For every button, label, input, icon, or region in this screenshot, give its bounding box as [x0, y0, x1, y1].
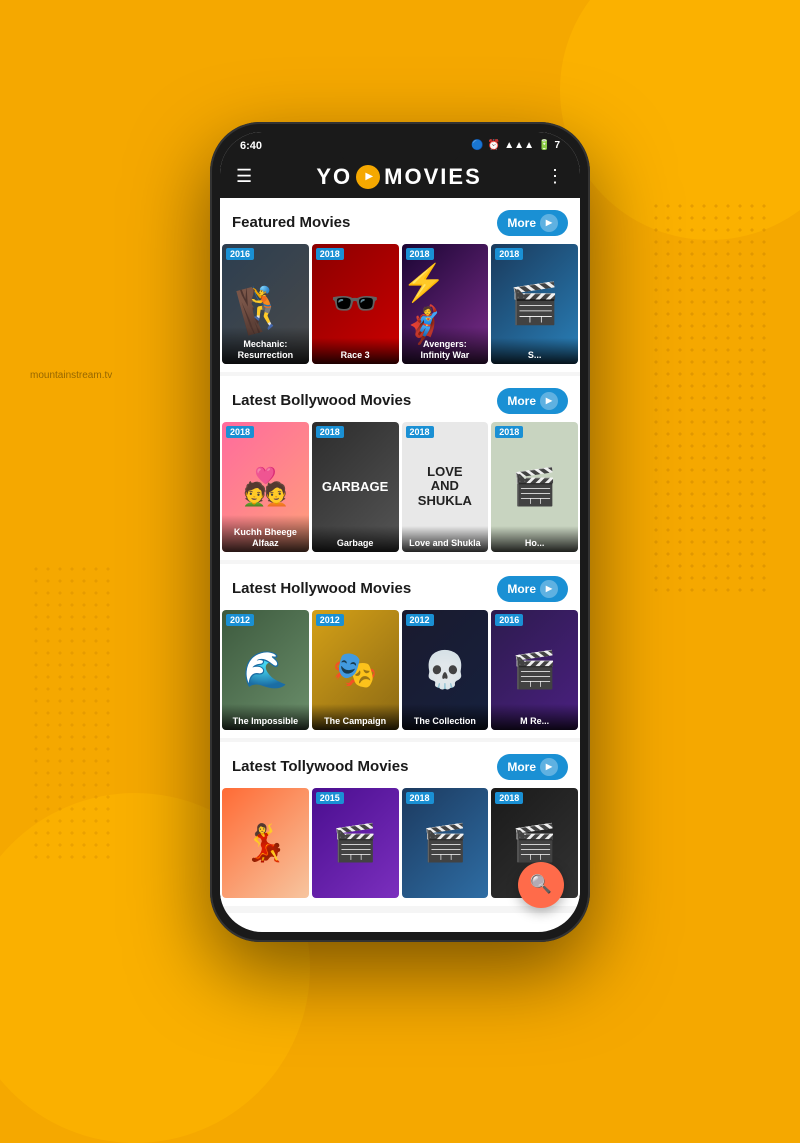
hollywood-title: Latest Hollywood Movies: [232, 580, 411, 597]
movie-title-avengers: Avengers:Infinity War: [402, 327, 489, 364]
featured-more-play-icon: ▶: [540, 214, 558, 232]
movie-thumb-race3: 2018 🕶️ Race 3: [312, 244, 399, 364]
tollywood-more-play-icon: ▶: [540, 758, 558, 776]
dots-decoration-left: [30, 563, 110, 863]
hamburger-menu-button[interactable]: ☰: [236, 166, 252, 187]
movie-card-garbage[interactable]: 2018 GARBAGE Garbage: [312, 422, 399, 552]
movie-thumb-ho: 2018 🎬 Ho...: [491, 422, 578, 552]
movie-title-campaign: The Campaign: [312, 704, 399, 730]
logo-suffix: MOVIES: [384, 164, 482, 190]
movie-title-race3: Race 3: [312, 338, 399, 364]
tollywood-more-button[interactable]: More ▶: [497, 754, 568, 780]
movie-title-mre: M Re...: [491, 704, 578, 730]
phone-frame: 6:40 🔵 ⏰ ▲▲▲ 🔋 7 ☰ YO MOVIES ⋮: [210, 122, 590, 942]
bollywood-section-header: Latest Bollywood Movies More ▶: [220, 384, 580, 422]
movie-card-collection[interactable]: 2012 💀 The Collection: [402, 610, 489, 730]
status-icons: 🔵 ⏰ ▲▲▲ 🔋 7: [471, 140, 560, 151]
alarm-icon: ⏰: [488, 140, 500, 151]
movie-card-loveshukla[interactable]: 2018 LOVEANDSHUKLA Love and Shukla: [402, 422, 489, 552]
bollywood-more-button[interactable]: More ▶: [497, 388, 568, 414]
status-time: 6:40: [240, 140, 262, 152]
featured-movies-row: 2016 🧗 Mechanic:Resurrection 2018 🕶️: [220, 244, 580, 364]
hollywood-more-play-icon: ▶: [540, 580, 558, 598]
content-area[interactable]: Featured Movies More ▶ 2016 🧗 Mechani: [220, 198, 580, 913]
movie-card-avengers[interactable]: 2018 ⚡🦸 Avengers:Infinity War: [402, 244, 489, 364]
movie-card-tollywood2[interactable]: 2015 🎬: [312, 788, 399, 898]
featured-movies-section: Featured Movies More ▶ 2016 🧗 Mechani: [220, 198, 580, 372]
movie-thumb-tollywood2: 2015 🎬: [312, 788, 399, 898]
movie-thumb-collection: 2012 💀 The Collection: [402, 610, 489, 730]
phone-notch: [340, 142, 460, 164]
movie-title-collection: The Collection: [402, 704, 489, 730]
featured-section-header: Featured Movies More ▶: [220, 206, 580, 244]
movie-card-mechanic[interactable]: 2016 🧗 Mechanic:Resurrection: [222, 244, 309, 364]
search-icon: 🔍: [530, 874, 552, 895]
movie-thumb-mre: 2016 🎬 M Re...: [491, 610, 578, 730]
bollywood-title: Latest Bollywood Movies: [232, 392, 411, 409]
movie-card-mre[interactable]: 2016 🎬 M Re...: [491, 610, 578, 730]
signal-icon: ▲▲▲: [504, 140, 534, 151]
bollywood-section: Latest Bollywood Movies More ▶ 2018 💑: [220, 376, 580, 560]
movie-title-ho: Ho...: [491, 526, 578, 552]
movie-thumb-tollywood1: 💃: [222, 788, 309, 898]
movie-thumb-kuchh: 2018 💑 Kuchh Bheege Alfaaz: [222, 422, 309, 552]
movie-title-impossible: The Impossible: [222, 704, 309, 730]
movie-thumb-loveshukla: 2018 LOVEANDSHUKLA Love and Shukla: [402, 422, 489, 552]
movie-title-4th: S...: [491, 338, 578, 364]
movie-card-tollywood1[interactable]: 💃: [222, 788, 309, 898]
movie-card-impossible[interactable]: 2012 🌊 The Impossible: [222, 610, 309, 730]
battery-icon: 🔋: [538, 140, 550, 151]
movie-title-loveshukla: Love and Shukla: [402, 526, 489, 552]
hollywood-more-label: More: [507, 582, 536, 596]
featured-more-label: More: [507, 216, 536, 230]
movie-card-4th[interactable]: 2018 🎬 S...: [491, 244, 578, 364]
movie-card-ho[interactable]: 2018 🎬 Ho...: [491, 422, 578, 552]
movie-thumb-tollywood3: 2018 🎬: [402, 788, 489, 898]
movie-card-kuchh[interactable]: 2018 💑 Kuchh Bheege Alfaaz: [222, 422, 309, 552]
watermark-text: mountainstream.tv: [30, 370, 112, 381]
bollywood-movies-row: 2018 💑 Kuchh Bheege Alfaaz 2018 GARBAGE: [220, 422, 580, 552]
movie-title-garbage: Garbage: [312, 526, 399, 552]
bluetooth-icon: 🔵: [471, 140, 483, 151]
movie-card-race3[interactable]: 2018 🕶️ Race 3: [312, 244, 399, 364]
dots-decoration-right: [650, 200, 770, 600]
hollywood-more-button[interactable]: More ▶: [497, 576, 568, 602]
featured-more-button[interactable]: More ▶: [497, 210, 568, 236]
movie-card-campaign[interactable]: 2012 🎭 The Campaign: [312, 610, 399, 730]
movie-title-kuchh: Kuchh Bheege Alfaaz: [222, 515, 309, 552]
movie-thumb-mechanic: 2016 🧗 Mechanic:Resurrection: [222, 244, 309, 364]
movie-thumb-garbage: 2018 GARBAGE Garbage: [312, 422, 399, 552]
app-logo: YO MOVIES: [316, 164, 481, 190]
header-more-button[interactable]: ⋮: [546, 166, 564, 187]
movie-thumb-campaign: 2012 🎭 The Campaign: [312, 610, 399, 730]
logo-prefix: YO: [316, 164, 352, 190]
hollywood-movies-row: 2012 🌊 The Impossible 2012 🎭: [220, 610, 580, 730]
fab-search-button[interactable]: 🔍: [518, 862, 564, 908]
movie-card-tollywood3[interactable]: 2018 🎬: [402, 788, 489, 898]
hollywood-section-header: Latest Hollywood Movies More ▶: [220, 572, 580, 610]
movie-thumb-4th: 2018 🎬 S...: [491, 244, 578, 364]
tollywood-title: Latest Tollywood Movies: [232, 758, 408, 775]
logo-play-icon: [356, 165, 380, 189]
battery-percent: 7: [554, 140, 560, 151]
phone-screen: 6:40 🔵 ⏰ ▲▲▲ 🔋 7 ☰ YO MOVIES ⋮: [220, 132, 580, 932]
hollywood-section: Latest Hollywood Movies More ▶ 2012 🌊: [220, 564, 580, 738]
tollywood-section-header: Latest Tollywood Movies More ▶: [220, 750, 580, 788]
movie-thumb-impossible: 2012 🌊 The Impossible: [222, 610, 309, 730]
bollywood-more-play-icon: ▶: [540, 392, 558, 410]
bollywood-more-label: More: [507, 394, 536, 408]
tollywood-more-label: More: [507, 760, 536, 774]
movie-thumb-avengers: 2018 ⚡🦸 Avengers:Infinity War: [402, 244, 489, 364]
movie-title-mechanic: Mechanic:Resurrection: [222, 327, 309, 364]
featured-title: Featured Movies: [232, 214, 350, 231]
